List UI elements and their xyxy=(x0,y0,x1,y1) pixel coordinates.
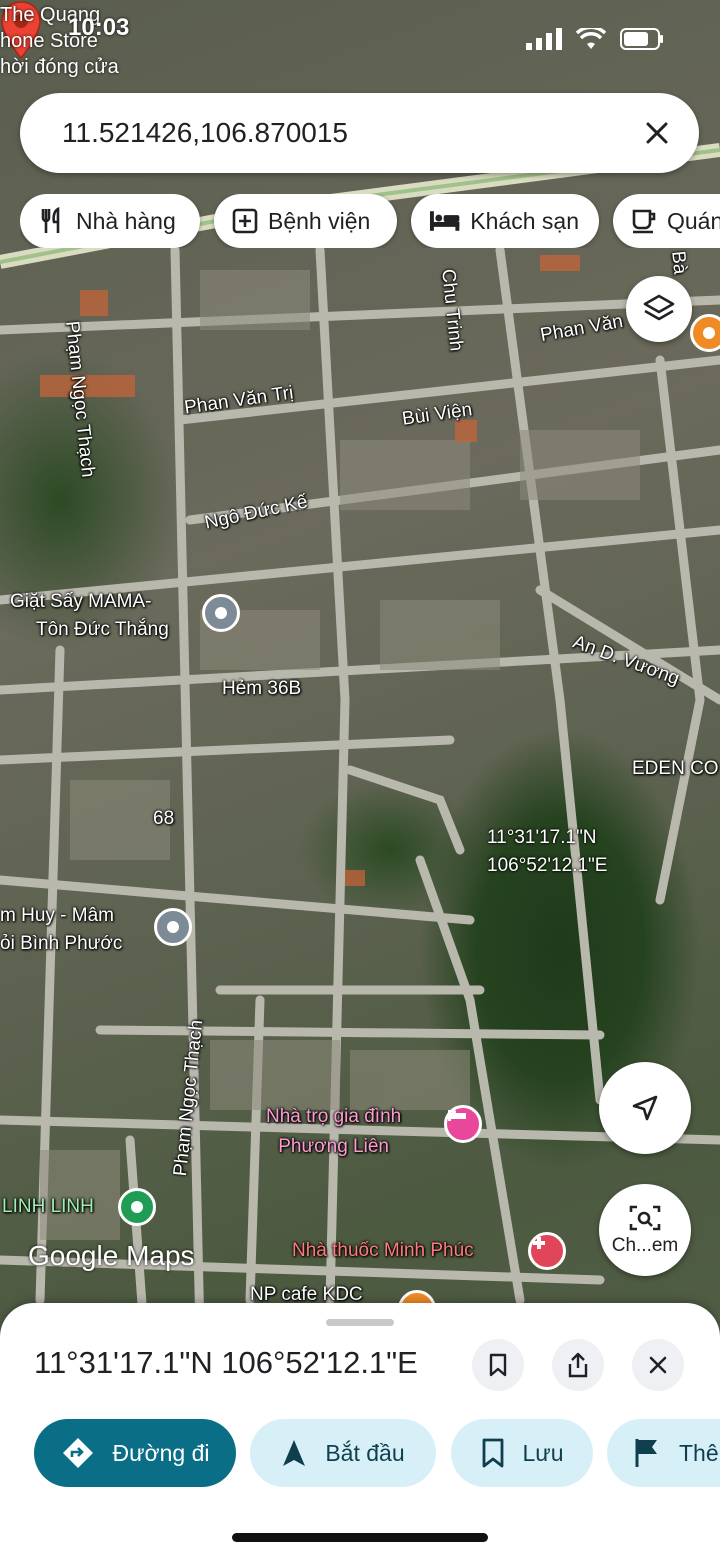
place-coordinates-title: 11°31'17.1"N 106°52'12.1"E xyxy=(34,1345,418,1380)
add-label-button[interactable]: Thê xyxy=(607,1419,720,1487)
wifi-icon xyxy=(576,28,606,49)
map-layers-button[interactable] xyxy=(626,276,692,342)
bookmark-icon xyxy=(489,1353,507,1377)
share-icon xyxy=(568,1352,588,1378)
pin-dot xyxy=(167,921,179,933)
home-indicator[interactable] xyxy=(232,1533,488,1542)
hospital-icon xyxy=(232,208,258,234)
street-label: 68 xyxy=(153,808,175,829)
lens-label: Ch...em xyxy=(611,1235,679,1256)
chip-restaurants[interactable]: Nhà hàng xyxy=(20,194,200,248)
poi-label[interactable]: Nhà trọ gia đình Phương Liên xyxy=(266,1102,401,1162)
restaurant-icon xyxy=(41,207,60,233)
dropped-pin-coordinates: 11°31'17.1"N 106°52'12.1"E xyxy=(487,824,607,880)
action-label: Lưu xyxy=(522,1439,564,1466)
poi-label[interactable]: m Huy - Mâm ỏi Bình Phước xyxy=(0,902,122,958)
clear-search-button[interactable] xyxy=(627,103,687,163)
street-label: Hẻm 36B xyxy=(222,678,302,699)
street-label: Bà xyxy=(667,250,691,276)
pin-dot xyxy=(703,327,715,339)
chip-cafes[interactable]: Quán xyxy=(613,194,720,248)
poi-label-line: Tôn Đức Thắng xyxy=(36,619,169,640)
camera-search-icon xyxy=(629,1205,661,1231)
sheet-drag-handle[interactable] xyxy=(326,1319,394,1326)
poi-cafe-pin-edge[interactable] xyxy=(690,314,720,352)
poi-label[interactable]: Giặt Sấy MAMA- Tôn Đức Thắng xyxy=(10,588,169,644)
chip-label: Bệnh viện xyxy=(268,207,371,234)
lens-search-button[interactable]: Ch...em xyxy=(599,1184,691,1276)
poi-pharmacy-pin[interactable] xyxy=(528,1232,566,1270)
category-chips: Nhà hàng Bệnh viện Khách sạn Quán xyxy=(20,194,720,248)
google-maps-logo: Google Maps xyxy=(28,1240,195,1271)
poi-label[interactable]: Nhà thuốc Minh Phúc xyxy=(292,1240,474,1262)
pin-longitude: 106°52'12.1"E xyxy=(487,855,608,876)
search-input[interactable] xyxy=(20,117,627,149)
status-icons xyxy=(526,28,664,50)
place-bottom-sheet: 11°31'17.1"N 106°52'12.1"E Đường đi Bắt … xyxy=(0,1303,720,1557)
save-button[interactable]: Lưu xyxy=(451,1419,593,1487)
share-button[interactable] xyxy=(552,1339,604,1391)
poi-hotel-pin[interactable] xyxy=(444,1105,482,1143)
medical-icon xyxy=(533,1237,545,1249)
action-label: Bắt đầu xyxy=(325,1439,405,1466)
action-label: Đường đi xyxy=(112,1439,210,1466)
street-label: EDEN CO xyxy=(632,758,719,779)
action-label: Thê xyxy=(679,1439,719,1466)
poi-label-line: ỏi Bình Phước xyxy=(0,933,123,954)
close-icon xyxy=(649,1356,667,1374)
start-navigation-button[interactable]: Bắt đầu xyxy=(250,1419,436,1487)
hotel-icon xyxy=(429,211,460,231)
pin-dot xyxy=(131,1201,143,1213)
bookmark-icon xyxy=(482,1438,503,1468)
poi-label-line: Nhà trọ gia đình xyxy=(266,1106,402,1127)
poi-restaurant-pin[interactable] xyxy=(154,908,192,946)
chip-hospitals[interactable]: Bệnh viện xyxy=(214,194,397,248)
location-arrow-icon xyxy=(632,1095,658,1121)
save-place-button[interactable] xyxy=(472,1339,524,1391)
chip-label: Nhà hàng xyxy=(76,207,176,234)
poi-label-line: Giặt Sấy MAMA- xyxy=(10,591,152,612)
status-bar: The Quang hone Store hời đóng cửa 10:03 xyxy=(0,0,720,80)
close-icon xyxy=(646,122,668,144)
directions-button[interactable]: Đường đi xyxy=(34,1419,236,1487)
search-bar xyxy=(20,93,699,173)
chip-label: Khách sạn xyxy=(470,207,579,234)
place-actions: Đường đi Bắt đầu Lưu Thê xyxy=(0,1419,720,1487)
close-sheet-button[interactable] xyxy=(632,1339,684,1391)
chip-hotels[interactable]: Khách sạn xyxy=(411,194,599,248)
pin-latitude: 11°31'17.1"N xyxy=(487,827,597,848)
poi-label-line: m Huy - Mâm xyxy=(0,905,114,926)
status-time: 10:03 xyxy=(68,14,130,41)
my-location-button[interactable] xyxy=(599,1062,691,1154)
status-app-line: hời đóng cửa xyxy=(0,56,119,78)
poi-label-line: Phương Liên xyxy=(278,1136,389,1157)
cafe-icon xyxy=(632,209,656,234)
poi-label[interactable]: LINH LINH xyxy=(2,1196,94,1218)
poi-laundry-pin[interactable] xyxy=(202,594,240,632)
pin-dot xyxy=(215,607,227,619)
poi-store-pin[interactable] xyxy=(118,1188,156,1226)
navigation-icon xyxy=(283,1440,306,1466)
signal-icon xyxy=(526,28,562,50)
directions-icon xyxy=(62,1438,93,1468)
flag-icon xyxy=(635,1439,657,1467)
bed-icon xyxy=(448,1110,466,1121)
layers-icon xyxy=(643,294,675,321)
battery-icon xyxy=(620,28,663,50)
chip-label: Quán xyxy=(667,207,720,234)
